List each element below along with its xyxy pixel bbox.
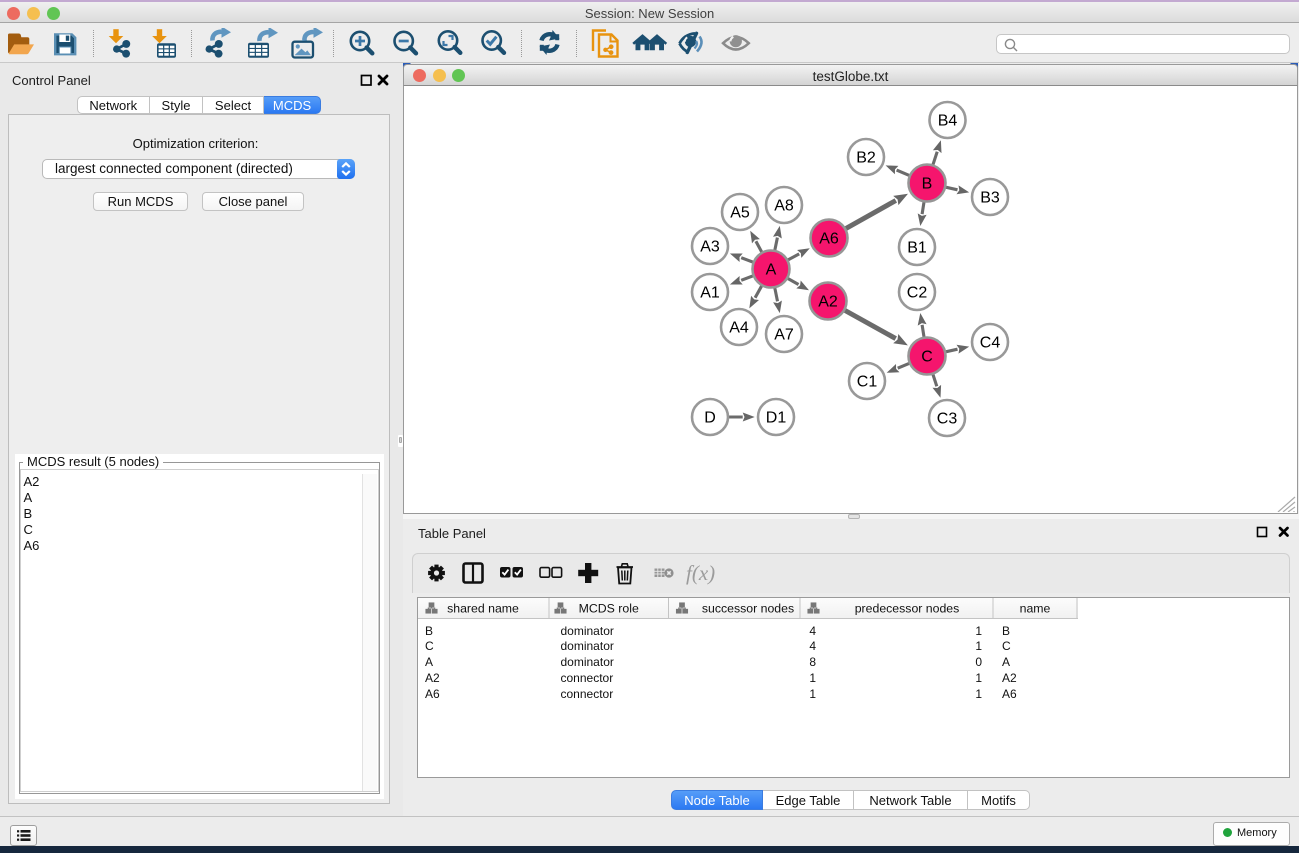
svg-text:C: C <box>921 349 933 366</box>
svg-text:D1: D1 <box>766 410 787 427</box>
svg-text:B: B <box>922 176 933 193</box>
svg-text:successor nodes: successor nodes <box>702 602 794 616</box>
svg-text:A3: A3 <box>700 239 720 256</box>
svg-text:B3: B3 <box>980 190 1000 207</box>
svg-text:B1: B1 <box>907 240 927 257</box>
svg-text:A5: A5 <box>730 205 750 222</box>
svg-text:MCDS role: MCDS role <box>579 602 639 616</box>
svg-text:A: A <box>766 262 777 279</box>
svg-text:shared name: shared name <box>447 602 519 616</box>
svg-text:predecessor nodes: predecessor nodes <box>855 602 960 616</box>
svg-text:A2: A2 <box>818 294 838 311</box>
svg-text:C3: C3 <box>937 411 958 428</box>
svg-text:D: D <box>704 410 716 427</box>
svg-text:A6: A6 <box>819 231 839 248</box>
svg-text:B2: B2 <box>856 150 876 167</box>
svg-text:A7: A7 <box>774 327 794 344</box>
svg-text:A1: A1 <box>700 285 720 302</box>
svg-text:C2: C2 <box>907 285 928 302</box>
svg-text:name: name <box>1020 602 1051 616</box>
svg-text:B4: B4 <box>938 113 958 130</box>
svg-text:C4: C4 <box>980 335 1001 352</box>
svg-text:A4: A4 <box>729 320 749 337</box>
svg-text:C1: C1 <box>857 374 878 391</box>
svg-text:f(x): f(x) <box>686 561 715 585</box>
svg-text:A8: A8 <box>774 198 794 215</box>
